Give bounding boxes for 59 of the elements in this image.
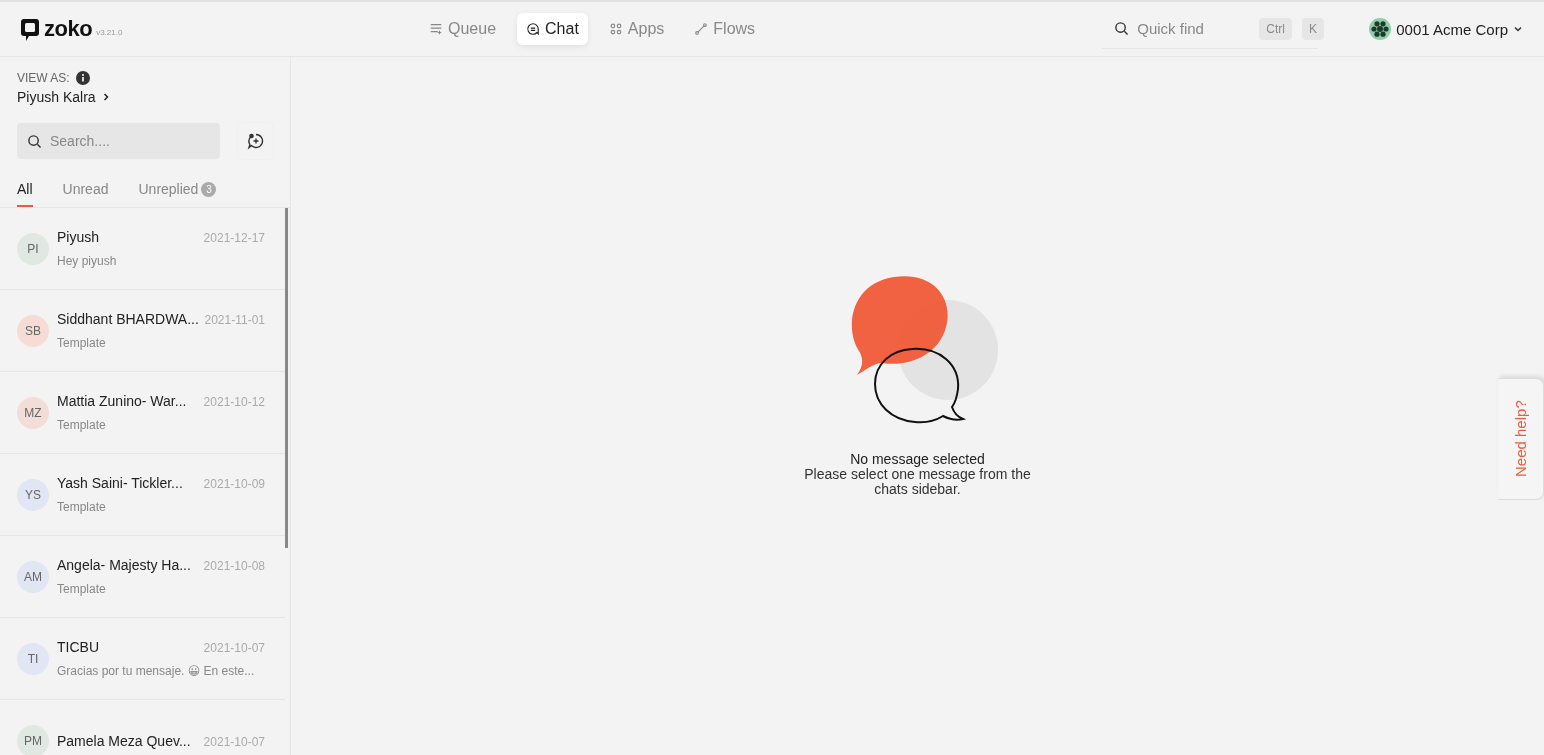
count-badge: 3 — [201, 181, 217, 197]
avatar: YS — [17, 478, 49, 511]
account-menu[interactable]: 0001 Acme Corp — [1368, 17, 1524, 41]
avatar: MZ — [17, 396, 49, 429]
contact-name: TICBU — [57, 639, 99, 655]
chat-list-item[interactable]: SB Siddhant BHARDWA... 2021-11-01 Template — [0, 290, 285, 372]
keyboard-key: Ctrl — [1259, 17, 1292, 40]
quick-find-field[interactable]: Quick find — [1135, 19, 1250, 38]
contact-name: Mattia Zunino- War... — [57, 393, 187, 409]
avatar: PI — [17, 232, 49, 265]
contact-name: Piyush — [57, 229, 100, 245]
chat-date: 2021-10-12 — [203, 395, 265, 409]
chat-date: 2021-10-08 — [203, 559, 265, 573]
message-preview: Hey piyush — [57, 254, 118, 268]
version-label: v3.21.0 — [96, 28, 123, 37]
chat-list-item[interactable]: MZ Mattia Zunino- War... 2021-10-12 Template — [0, 372, 285, 454]
message-preview: Template — [57, 418, 107, 432]
view-as-label: VIEW AS: — [17, 71, 70, 85]
contact-name: Yash Saini- Tickler... — [57, 475, 183, 491]
avatar: TI — [17, 642, 49, 675]
chat-date: 2021-11-01 — [204, 313, 265, 327]
chat-list-item[interactable]: PM Pamela Meza Quev... 2021-10-07 — [0, 700, 285, 755]
avatar: PM — [17, 724, 49, 755]
logo-icon — [20, 18, 40, 42]
chat-date: 2021-10-07 — [203, 734, 265, 749]
contact-name: Siddhant BHARDWA... — [57, 311, 199, 327]
chat-date: 2021-10-07 — [203, 641, 265, 655]
chat-date: 2021-12-17 — [203, 231, 265, 245]
search-icon — [27, 134, 42, 149]
empty-state-title: No message selected — [850, 450, 985, 467]
contact-name: Angela- Majesty Ha... — [57, 557, 191, 573]
nav-tab[interactable]: Chat — [517, 13, 588, 45]
avatar: AM — [17, 560, 49, 593]
message-preview: Template — [57, 336, 107, 350]
add-chat-icon — [246, 132, 265, 150]
chat-list-item[interactable]: AM Angela- Majesty Ha... 2021-10-08 Template — [0, 536, 285, 618]
search-field[interactable]: Search.... — [17, 123, 220, 159]
keyboard-key: K — [1301, 17, 1324, 40]
search-icon — [1114, 21, 1130, 36]
chat-list-item[interactable]: YS Yash Saini- Tickler... 2021-10-09 Template — [0, 454, 285, 536]
account-logo-icon — [1368, 17, 1393, 41]
message-preview: Template — [57, 582, 107, 596]
chat-list-item[interactable]: TI TICBU 2021-10-07 Gracias por tu mensaje. 😀 En este... — [0, 618, 285, 700]
scrollbar-thumb[interactable] — [285, 208, 288, 548]
logo-text: zoko — [44, 16, 93, 42]
chat-bubble-icon — [526, 22, 541, 36]
filter-tab[interactable]: All — [17, 181, 33, 207]
contact-name: Pamela Meza Quev... — [57, 732, 191, 749]
message-preview: Gracias por tu mensaje. 😀 En este... — [57, 664, 256, 678]
list-icon — [429, 22, 443, 36]
avatar: SB — [17, 314, 49, 347]
chat-list-item[interactable]: PI Piyush 2021-12-17 Hey piyush — [0, 208, 285, 290]
info-icon — [75, 71, 90, 85]
flow-icon — [694, 22, 709, 36]
message-preview: Template — [57, 500, 107, 514]
chat-date: 2021-10-09 — [203, 477, 265, 491]
view-as-user[interactable]: Piyush Kalra — [0, 85, 290, 109]
empty-state-message: Please select one message from the chats sidebar. — [803, 466, 1032, 498]
grid-icon — [608, 22, 623, 36]
